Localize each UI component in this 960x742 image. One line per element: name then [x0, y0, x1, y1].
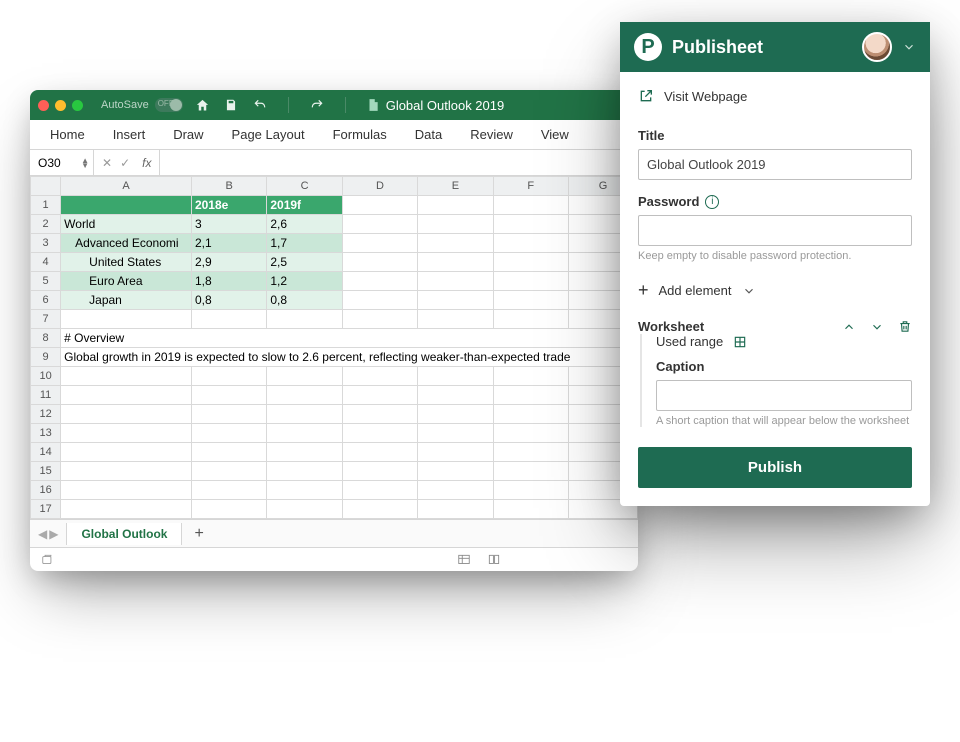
caption-label: Caption	[656, 359, 912, 374]
sheet-prev-icon[interactable]: ◀	[38, 527, 47, 541]
move-down-icon[interactable]	[870, 320, 884, 334]
tab-review[interactable]: Review	[456, 120, 527, 149]
table-row[interactable]: 5 Euro Area 1,8 1,2	[31, 272, 638, 291]
publisheet-logo-icon: P	[634, 33, 662, 61]
close-window-button[interactable]	[38, 100, 49, 111]
excel-window: AutoSave OFF Global Outlook 2019 Home In…	[30, 90, 638, 571]
worksheet-label: Worksheet	[638, 319, 704, 334]
panel-brand: Publisheet	[672, 37, 852, 58]
user-avatar[interactable]	[862, 32, 892, 62]
title-input[interactable]	[638, 149, 912, 180]
info-icon[interactable]: i	[705, 195, 719, 209]
move-up-icon[interactable]	[842, 320, 856, 334]
formula-cancel-icon[interactable]: ✕	[102, 156, 112, 170]
column-header[interactable]: B	[191, 177, 266, 196]
page-layout-view-icon[interactable]	[486, 553, 502, 567]
visit-webpage-link[interactable]: Visit Webpage	[638, 84, 912, 114]
save-icon[interactable]	[224, 98, 238, 112]
formula-input[interactable]	[159, 150, 638, 175]
external-link-icon	[638, 88, 654, 104]
sheet-next-icon[interactable]: ▶	[49, 527, 58, 541]
table-row[interactable]: 8# Overview	[31, 329, 638, 348]
table-row[interactable]: 14	[31, 443, 638, 462]
table-row[interactable]: 7	[31, 310, 638, 329]
table-row[interactable]: 2 World 3 2,6	[31, 215, 638, 234]
tab-home[interactable]: Home	[36, 120, 99, 149]
password-label: Password i	[638, 194, 912, 209]
minimize-window-button[interactable]	[55, 100, 66, 111]
password-field-group: Password i Keep empty to disable passwor…	[638, 194, 912, 262]
autosave-toggle[interactable]: AutoSave OFF	[101, 98, 183, 112]
caption-field-group: Caption A short caption that will appear…	[656, 359, 912, 427]
table-row[interactable]: 6 Japan 0,8 0,8	[31, 291, 638, 310]
name-box-stepper-icon[interactable]: ▲▼	[81, 158, 89, 168]
tab-view[interactable]: View	[527, 120, 583, 149]
status-bar	[30, 547, 638, 571]
column-header[interactable]: E	[418, 177, 493, 196]
title-label: Title	[638, 128, 912, 143]
panel-header: P Publisheet	[620, 22, 930, 72]
table-row[interactable]: 9Global growth in 2019 is expected to sl…	[31, 348, 638, 367]
formula-accept-icon[interactable]: ✓	[120, 156, 130, 170]
table-row[interactable]: 1 2018e 2019f	[31, 196, 638, 215]
grid-icon	[733, 335, 747, 349]
name-box[interactable]: O30 ▲▼	[30, 150, 94, 175]
tab-data[interactable]: Data	[401, 120, 456, 149]
sheet-tab-active[interactable]: Global Outlook	[66, 523, 182, 545]
sheet-tab-bar: ◀ ▶ Global Outlook +	[30, 519, 638, 547]
document-title: Global Outlook 2019	[366, 98, 630, 113]
accessibility-icon[interactable]	[40, 553, 56, 567]
worksheet-section: Worksheet Used range Caption A short cap…	[638, 319, 912, 427]
autosave-switch[interactable]: OFF	[155, 98, 183, 112]
spreadsheet-grid[interactable]: A B C D E F G 1 2018e 2019f 2 World 3 2,…	[30, 176, 638, 519]
table-row[interactable]: 4 United States 2,9 2,5	[31, 253, 638, 272]
tab-insert[interactable]: Insert	[99, 120, 160, 149]
fx-label: fx	[142, 156, 151, 170]
delete-icon[interactable]	[898, 319, 912, 334]
publisheet-panel: P Publisheet Visit Webpage Title Passwor…	[620, 22, 930, 506]
tab-draw[interactable]: Draw	[159, 120, 217, 149]
table-row[interactable]: 11	[31, 386, 638, 405]
select-all-corner[interactable]	[31, 177, 61, 196]
table-row[interactable]: 15	[31, 462, 638, 481]
window-titlebar: AutoSave OFF Global Outlook 2019	[30, 90, 638, 120]
caption-hint: A short caption that will appear below t…	[656, 415, 912, 427]
table-row[interactable]: 10	[31, 367, 638, 386]
undo-icon[interactable]	[252, 98, 268, 112]
tab-formulas[interactable]: Formulas	[319, 120, 401, 149]
password-hint: Keep empty to disable password protectio…	[638, 250, 912, 262]
column-header[interactable]: D	[342, 177, 417, 196]
password-input[interactable]	[638, 215, 912, 246]
add-element-button[interactable]: + Add element	[638, 276, 912, 305]
home-icon[interactable]	[195, 98, 210, 113]
table-row[interactable]: 3 Advanced Economi 2,1 1,7	[31, 234, 638, 253]
formula-bar: O30 ▲▼ ✕ ✓ fx	[30, 150, 638, 176]
add-sheet-button[interactable]: +	[182, 525, 215, 543]
redo-icon[interactable]	[309, 98, 325, 112]
caption-input[interactable]	[656, 380, 912, 411]
publish-button[interactable]: Publish	[638, 447, 912, 488]
table-row[interactable]: 13	[31, 424, 638, 443]
column-header[interactable]: A	[61, 177, 192, 196]
chevron-down-icon	[742, 284, 756, 298]
title-field-group: Title	[638, 128, 912, 180]
autosave-label: AutoSave	[101, 99, 149, 111]
normal-view-icon[interactable]	[456, 553, 472, 567]
used-range-button[interactable]: Used range	[656, 334, 912, 349]
excel-file-icon	[366, 98, 380, 112]
tab-page-layout[interactable]: Page Layout	[218, 120, 319, 149]
column-header[interactable]: F	[493, 177, 568, 196]
table-row[interactable]: 17	[31, 500, 638, 519]
ribbon-tabs: Home Insert Draw Page Layout Formulas Da…	[30, 120, 638, 150]
window-controls	[38, 100, 83, 111]
table-row[interactable]: 16	[31, 481, 638, 500]
maximize-window-button[interactable]	[72, 100, 83, 111]
column-header[interactable]: C	[267, 177, 342, 196]
table-row[interactable]: 12	[31, 405, 638, 424]
plus-icon: +	[638, 280, 649, 301]
user-menu-chevron-icon[interactable]	[902, 40, 916, 54]
